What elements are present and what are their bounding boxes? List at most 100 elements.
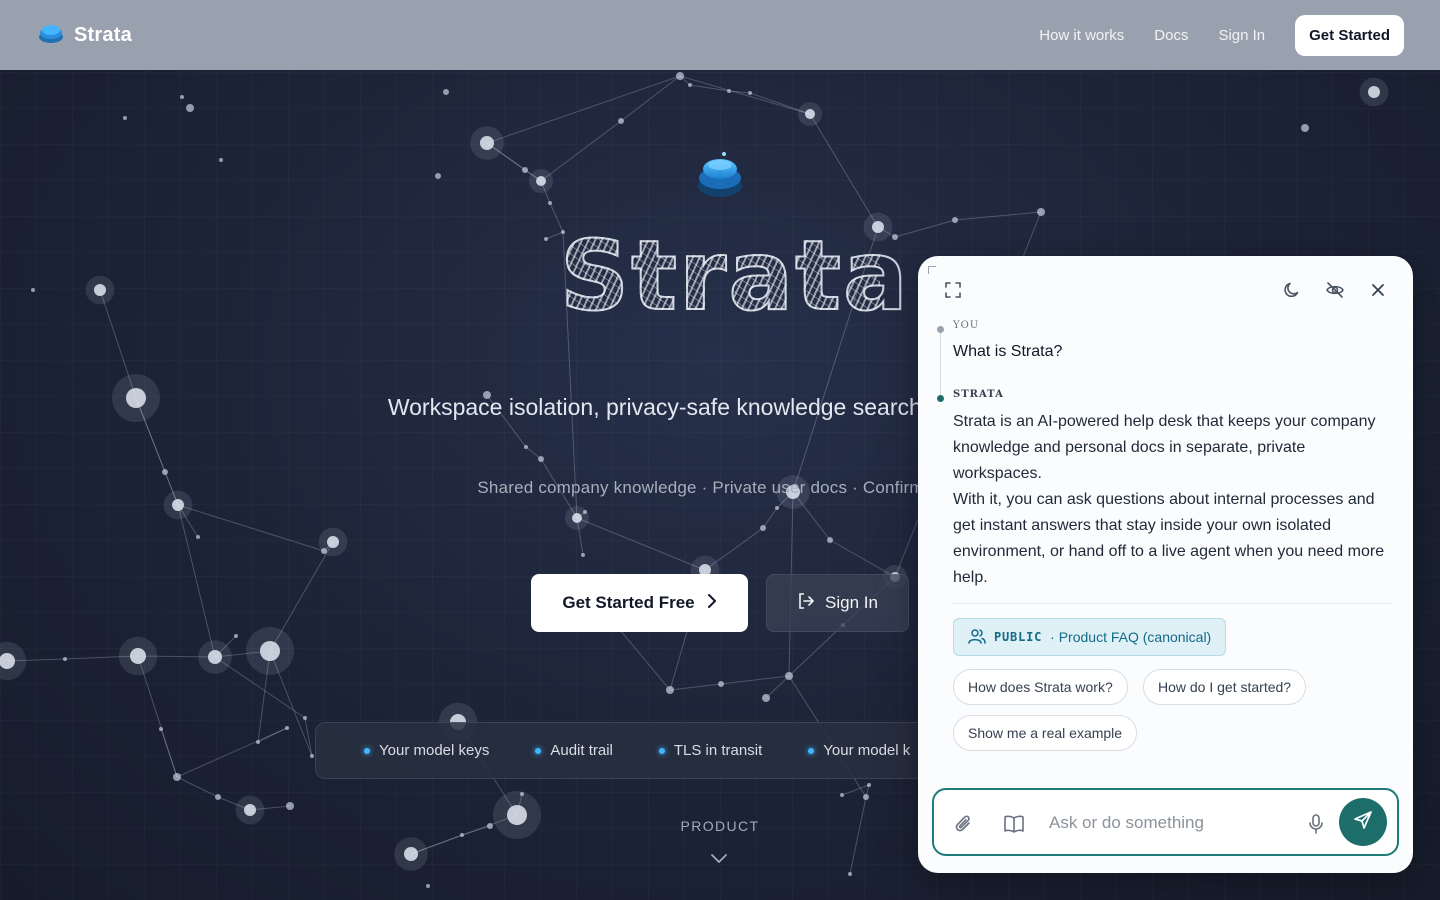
strata-logo-icon [38, 22, 64, 49]
product-section-label: PRODUCT [680, 818, 760, 834]
network-edge [620, 75, 681, 122]
brand-name: Strata [74, 23, 132, 46]
chat-panel: YOU What is Strata? STRATA Strata is an … [918, 256, 1413, 873]
microphone-icon[interactable] [1304, 812, 1328, 836]
network-node [256, 740, 260, 744]
network-node [94, 284, 106, 296]
network-node [583, 510, 587, 514]
network-node [867, 783, 871, 787]
moon-icon[interactable] [1278, 276, 1306, 304]
feature-strip: Your model keys Audit trail TLS in trans… [315, 722, 955, 779]
network-node [785, 672, 793, 680]
suggestion-chip[interactable]: How do I get started? [1143, 669, 1307, 705]
network-edge [788, 624, 844, 677]
bullet-dot-icon [658, 747, 665, 754]
nav-how-it-works[interactable]: How it works [1039, 27, 1124, 44]
network-node [234, 634, 238, 638]
users-icon [968, 628, 986, 647]
network-node [310, 754, 314, 758]
network-node [1037, 208, 1045, 216]
network-node [1368, 86, 1380, 98]
network-node [863, 794, 869, 800]
network-edge [849, 796, 867, 875]
network-node [538, 456, 544, 462]
network-node [524, 445, 528, 449]
network-edge [765, 675, 790, 699]
network-node [827, 537, 833, 543]
send-button[interactable] [1339, 798, 1387, 846]
feature-label: Your model k [823, 742, 911, 759]
chevron-down-icon[interactable] [710, 851, 728, 869]
network-edge [954, 211, 1042, 221]
network-node [208, 650, 222, 664]
network-node [952, 217, 958, 223]
network-edge [841, 784, 870, 796]
network-edge [689, 84, 730, 92]
network-edge [809, 113, 879, 228]
network-edge [679, 75, 811, 115]
suggestion-chip[interactable]: How does Strata work? [953, 669, 1128, 705]
assistant-answer: Strata is an AI-powered help desk that k… [953, 409, 1393, 591]
network-node [805, 109, 815, 119]
nav-sign-in[interactable]: Sign In [1218, 27, 1265, 44]
user-role-label: YOU [953, 320, 980, 331]
send-icon [1353, 810, 1373, 835]
network-node [286, 802, 294, 810]
network-edge [304, 717, 313, 757]
expand-icon[interactable] [939, 276, 967, 304]
resize-handle[interactable] [928, 266, 936, 274]
assistant-role-label: STRATA [953, 389, 1004, 400]
network-node [130, 648, 146, 664]
network-node [244, 804, 256, 816]
bullet-dot-icon [364, 747, 370, 754]
network-node [748, 91, 752, 95]
network-node [840, 793, 844, 797]
get-started-free-label: Get Started Free [562, 593, 695, 612]
paperclip-icon[interactable] [952, 812, 976, 836]
network-edge [576, 517, 706, 571]
source-chip[interactable]: PUBLIC · Product FAQ (canonical) [953, 618, 1227, 656]
chat-composer [932, 788, 1399, 856]
network-edge [486, 75, 681, 144]
network-node [215, 794, 221, 800]
hero-sign-in-button[interactable]: Sign In [766, 574, 909, 632]
source-label: · Product FAQ (canonical) [1050, 629, 1212, 645]
bullet-dot-icon [808, 747, 815, 754]
network-node [123, 116, 127, 120]
get-started-free-button[interactable]: Get Started Free [531, 574, 748, 632]
network-node [162, 469, 168, 475]
network-node [180, 95, 184, 99]
network-node [618, 118, 624, 124]
network-node [760, 525, 766, 531]
network-node [260, 641, 280, 661]
get-started-button[interactable]: Get Started [1295, 14, 1404, 56]
book-icon[interactable] [1002, 812, 1026, 836]
network-node [536, 176, 546, 186]
feature-item: Audit trail [535, 742, 613, 759]
network-edge [762, 507, 778, 529]
network-node [173, 773, 181, 781]
chat-input[interactable] [1049, 810, 1299, 836]
close-icon[interactable] [1364, 276, 1392, 304]
user-message: What is Strata? [953, 343, 1063, 360]
network-edge [176, 727, 288, 778]
network-node [219, 158, 223, 162]
network-node [426, 884, 430, 888]
network-node [443, 89, 449, 95]
brand[interactable]: Strata [38, 22, 132, 49]
hero-sign-in-label: Sign In [825, 593, 878, 612]
feature-label: TLS in transit [673, 742, 763, 759]
eye-off-icon[interactable] [1321, 276, 1349, 304]
network-edge [461, 825, 491, 836]
suggestion-chip[interactable]: Show me a real example [953, 715, 1138, 751]
hero-title: Strata [559, 220, 910, 332]
network-node [520, 792, 524, 796]
nav-docs[interactable]: Docs [1154, 27, 1188, 44]
network-edge [177, 504, 216, 658]
network-edge [177, 504, 325, 552]
network-node [435, 173, 441, 179]
network-node [404, 847, 418, 861]
answer-paragraph: With it, you can ask questions about int… [953, 491, 1385, 586]
network-node [848, 872, 852, 876]
thread-line [940, 330, 941, 396]
